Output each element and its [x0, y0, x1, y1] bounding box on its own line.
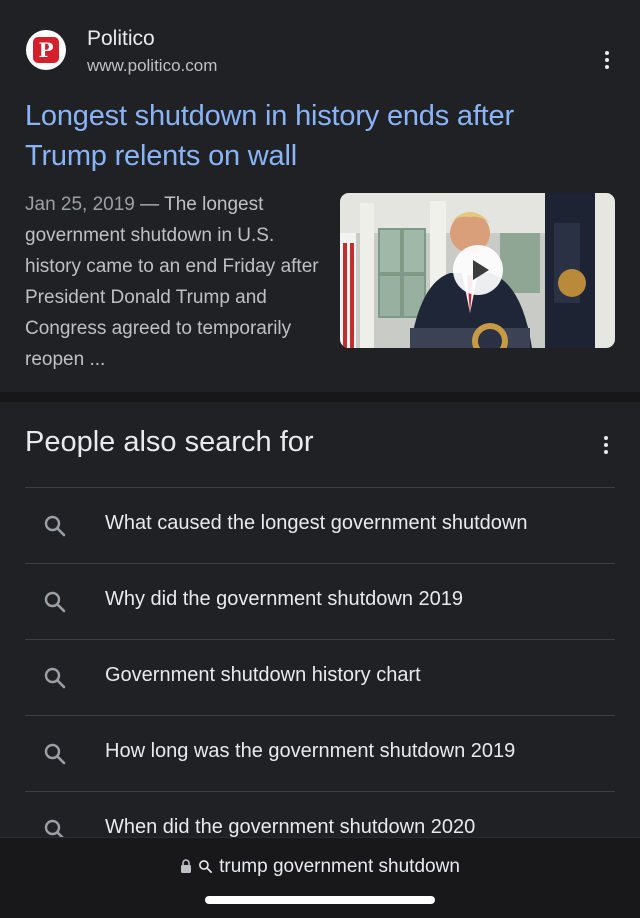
related-search-item[interactable]: How long was the government shutdown 201…: [25, 715, 615, 791]
related-search-item[interactable]: Government shutdown history chart: [25, 639, 615, 715]
related-search-label: Government shutdown history chart: [105, 664, 421, 686]
related-search-label: How long was the government shutdown 201…: [105, 740, 516, 762]
result-snippet: Jan 25, 2019 — The longest government sh…: [25, 189, 325, 375]
home-indicator[interactable]: [205, 896, 435, 904]
browser-address-bar: trump government shutdown: [0, 837, 640, 918]
result-more-options-icon[interactable]: [597, 46, 617, 74]
search-icon: [44, 591, 66, 613]
search-result-card: P Politico www.politico.com Longest shut…: [0, 0, 640, 392]
lock-icon: [181, 859, 192, 873]
related-search-label: What caused the longest government shutd…: [105, 512, 528, 534]
section-divider: [0, 392, 640, 402]
related-searches-list: What caused the longest government shutd…: [25, 487, 615, 867]
search-icon: [44, 667, 66, 689]
search-icon: [199, 860, 213, 873]
related-search-label: Why did the government shutdown 2019: [105, 588, 463, 610]
people-also-search-more-options-icon[interactable]: [596, 431, 616, 459]
video-play-icon[interactable]: [453, 245, 503, 295]
related-search-item[interactable]: What caused the longest government shutd…: [25, 487, 615, 563]
address-field[interactable]: trump government shutdown: [0, 856, 640, 878]
search-icon: [44, 743, 66, 765]
search-icon: [44, 515, 66, 537]
result-date: Jan 25, 2019: [25, 194, 135, 215]
video-thumbnail[interactable]: [340, 193, 615, 348]
favicon-letter: P: [33, 37, 59, 63]
result-source[interactable]: P Politico www.politico.com: [26, 27, 616, 80]
politico-favicon-icon: P: [26, 30, 66, 70]
people-also-search-heading: People also search for: [25, 426, 314, 458]
site-url: www.politico.com: [87, 56, 218, 75]
address-query: trump government shutdown: [219, 856, 460, 877]
related-search-label: When did the government shutdown 2020: [105, 816, 476, 838]
snippet-text: — The longest government shutdown in U.S…: [25, 194, 319, 370]
result-title-link[interactable]: Longest shutdown in history ends after T…: [25, 96, 600, 176]
site-name: Politico: [87, 27, 155, 50]
related-search-item[interactable]: Why did the government shutdown 2019: [25, 563, 615, 639]
